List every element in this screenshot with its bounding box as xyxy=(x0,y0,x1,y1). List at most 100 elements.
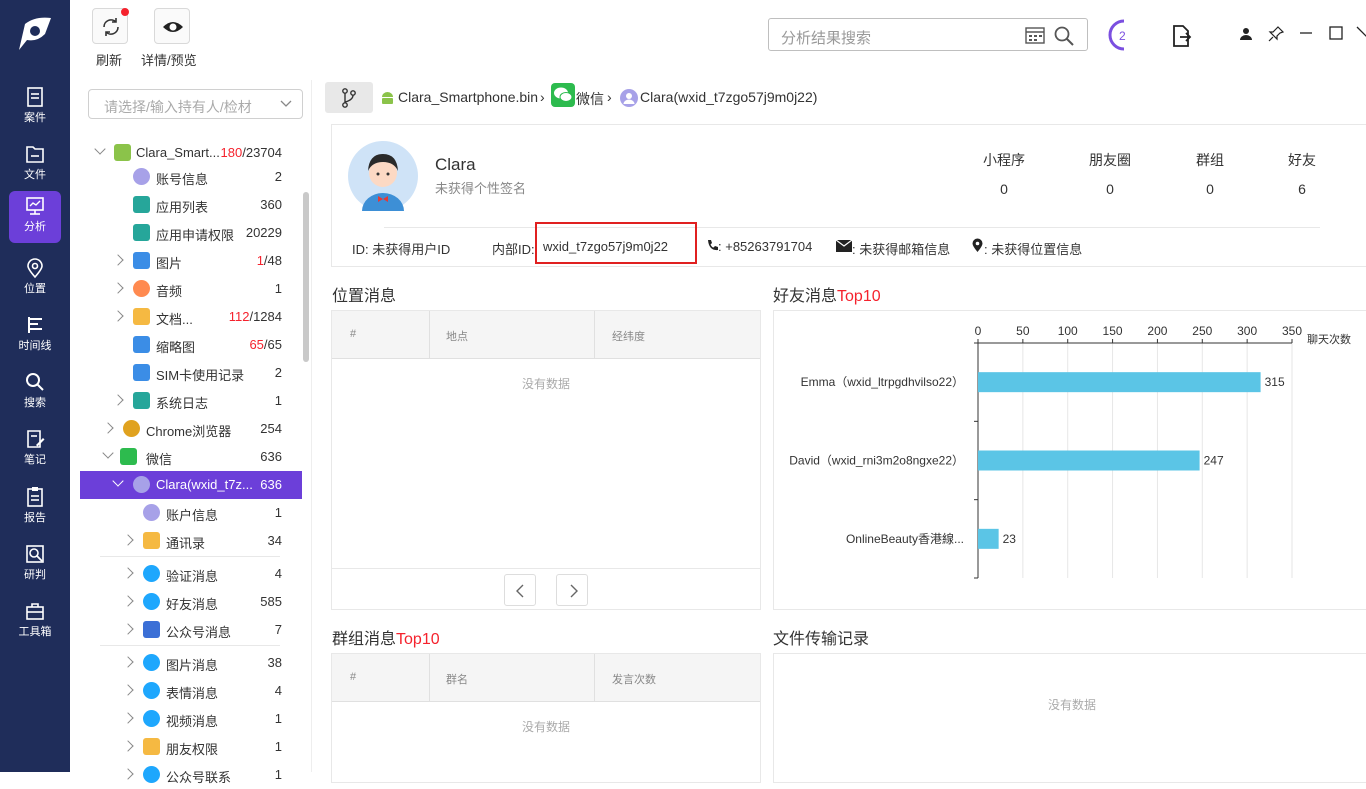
tree-node-image-msgs[interactable]: 图片消息 38 xyxy=(80,649,302,677)
chart-bar xyxy=(978,450,1200,471)
calendar-icon[interactable] xyxy=(1025,26,1045,44)
tree-node-count: 2 xyxy=(275,365,282,380)
tree-node-emoji-msgs[interactable]: 表情消息 4 xyxy=(80,677,302,705)
tree-node-wechat-account[interactable]: Clara(wxid_t7z... 636 xyxy=(80,471,302,499)
chevron-right-icon[interactable] xyxy=(122,656,134,668)
wechat-icon xyxy=(551,83,575,107)
chevron-right-icon[interactable] xyxy=(122,567,134,579)
wechat-account-info-icon xyxy=(143,504,160,521)
chevron-right-icon[interactable] xyxy=(122,595,134,607)
tree-node-thumbnails[interactable]: 缩略图 65/65 xyxy=(80,331,302,359)
search-icon xyxy=(26,373,44,391)
preview-label: 详情/预览 xyxy=(141,53,197,68)
maximize-icon[interactable] xyxy=(1329,26,1343,40)
chart-category-label: OnlineBeauty香港線... xyxy=(846,531,964,546)
breadcrumb-account[interactable]: Clara(wxid_t7zgo57j9m0j22) xyxy=(640,89,817,105)
chevron-right-icon[interactable] xyxy=(112,310,124,322)
tree-node-friend-perms[interactable]: 朋友权限 1 xyxy=(80,733,302,761)
tree-node-label: 账户信息 xyxy=(166,508,219,523)
group-title-text: 群组消息 xyxy=(332,631,397,648)
tree-node-app-list[interactable]: 应用列表 360 xyxy=(80,191,302,219)
chevron-right-icon[interactable] xyxy=(112,394,124,406)
nav-item-search[interactable]: 搜索 xyxy=(9,367,61,419)
nav-item-case[interactable]: 案件 xyxy=(9,82,61,134)
tree-node-contacts[interactable]: 通讯录 34 xyxy=(80,527,302,555)
verify-msgs-icon xyxy=(143,565,160,582)
chevron-right-icon[interactable] xyxy=(112,282,124,294)
tree-node-count: 38 xyxy=(268,655,282,670)
breadcrumb-app[interactable]: 微信 xyxy=(576,89,604,109)
chevron-down-icon[interactable] xyxy=(94,143,106,155)
tree-node-wechat[interactable]: 微信 636 xyxy=(80,443,302,471)
group-title-highlight: Top10 xyxy=(396,631,440,648)
nav-item-toolbox[interactable]: 工具箱 xyxy=(9,596,61,648)
tree-node-account-info[interactable]: 账号信息 2 xyxy=(80,163,302,191)
branch-button[interactable] xyxy=(325,82,373,113)
prev-page-button[interactable] xyxy=(504,574,536,606)
nav-item-analysis[interactable]: 分析 xyxy=(9,191,61,243)
tree-node-documents[interactable]: 文档... 112/1284 xyxy=(80,303,302,331)
tree-node-chrome[interactable]: Chrome浏览器 254 xyxy=(80,415,302,443)
chevron-right-icon[interactable] xyxy=(122,768,134,780)
pin-icon[interactable] xyxy=(1268,26,1284,42)
minimize-icon[interactable] xyxy=(1299,26,1313,40)
user-icon[interactable] xyxy=(1239,27,1253,41)
nav-item-report[interactable]: 报告 xyxy=(9,482,61,534)
chevron-right-icon[interactable] xyxy=(112,254,124,266)
chevron-right-icon[interactable] xyxy=(122,712,134,724)
tree-node-count-total: 254 xyxy=(260,421,282,436)
tree-node-app-permissions[interactable]: 应用申请权限 20229 xyxy=(80,219,302,247)
chevron-right-icon[interactable] xyxy=(102,422,114,434)
friend-title-text: 好友消息 xyxy=(773,288,838,305)
export-icon[interactable] xyxy=(1170,24,1192,48)
tree-scrollbar[interactable] xyxy=(303,192,309,362)
preview-button[interactable] xyxy=(154,8,190,44)
friend-msgs-icon xyxy=(143,593,160,610)
chevron-down-icon xyxy=(280,100,292,107)
location-pin-icon xyxy=(972,238,983,252)
nav-item-timeline[interactable]: 时间线 xyxy=(9,310,61,362)
tree-node-images[interactable]: 图片 1/48 xyxy=(80,247,302,275)
tree-node-system-log[interactable]: 系统日志 1 xyxy=(80,387,302,415)
tree-node-official-contacts[interactable]: 公众号联系 1 xyxy=(80,761,302,789)
nav-item-folder[interactable]: 文件 xyxy=(9,139,61,191)
tree-node-label: 应用列表 xyxy=(156,200,209,215)
chevron-down-icon[interactable] xyxy=(112,475,124,487)
inner-id-value: wxid_t7zgo57j9m0j22 xyxy=(543,239,669,254)
nav-item-notes[interactable]: 笔记 xyxy=(9,424,61,476)
tree-node-verify-msgs[interactable]: 验证消息 4 xyxy=(80,560,302,588)
analysis-icon xyxy=(26,197,44,215)
breadcrumb-device[interactable]: Clara_Smartphone.bin xyxy=(398,89,538,105)
chevron-right-icon[interactable] xyxy=(122,740,134,752)
tree-node-official-msgs[interactable]: 公众号消息 7 xyxy=(80,616,302,644)
search-placeholder: 分析结果搜索 xyxy=(781,30,872,47)
tree-node-wechat-account-info[interactable]: 账户信息 1 xyxy=(80,499,302,527)
tree-node-label: 音频 xyxy=(156,284,183,299)
tree-node-count: 112/1284 xyxy=(229,309,282,324)
chevron-right-icon[interactable] xyxy=(122,623,134,635)
tree-node-count: 65/65 xyxy=(249,337,282,352)
thumbnails-icon xyxy=(133,336,150,353)
tree-node-label: 图片 xyxy=(156,256,183,271)
branch-icon xyxy=(342,88,356,108)
result-search-input[interactable]: 分析结果搜索 xyxy=(768,18,1088,51)
tree-node-count-total: 636 xyxy=(260,477,282,492)
chevron-right-icon[interactable] xyxy=(122,684,134,696)
documents-icon xyxy=(133,308,150,325)
chevron-right-icon[interactable] xyxy=(122,534,134,546)
nav-item-label: 笔记 xyxy=(24,454,46,466)
tree-node-sim-records[interactable]: SIM卡使用记录 2 xyxy=(80,359,302,387)
search-icon[interactable] xyxy=(1053,25,1075,47)
nav-item-location[interactable]: 位置 xyxy=(9,253,61,305)
holder-select[interactable]: 请选择/输入持有人/检材 xyxy=(88,89,303,119)
location-value: : 未获得位置信息 xyxy=(984,242,1083,257)
close-icon[interactable] xyxy=(1356,26,1366,40)
tree-node-video-msgs[interactable]: 视频消息 1 xyxy=(80,705,302,733)
tree-node-friend-msgs[interactable]: 好友消息 585 xyxy=(80,588,302,616)
chevron-down-icon[interactable] xyxy=(102,447,114,459)
next-page-button[interactable] xyxy=(556,574,588,606)
images-icon xyxy=(133,252,150,269)
tree-node-audio[interactable]: 音频 1 xyxy=(80,275,302,303)
nav-item-judge[interactable]: 研判 xyxy=(9,539,61,591)
file-section-title: 文件传输记录 xyxy=(773,631,870,648)
